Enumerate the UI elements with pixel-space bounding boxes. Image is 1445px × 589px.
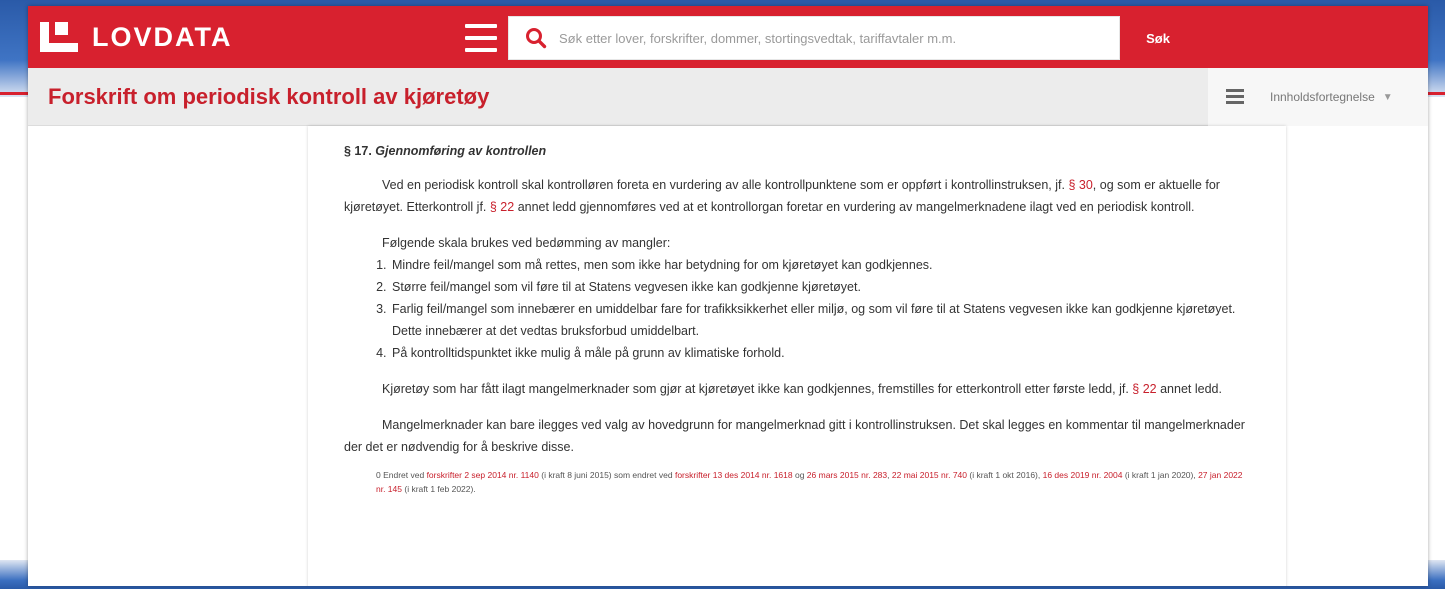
list-item: Farlig feil/mangel som innebærer en umid… (390, 298, 1246, 342)
note-text: og (792, 470, 807, 480)
title-bar: Forskrift om periodisk kontroll av kjøre… (28, 68, 1428, 126)
link-section-22[interactable]: § 22 (1132, 382, 1156, 396)
list-item: På kontrolltidspunktet ikke mulig å måle… (390, 342, 1246, 364)
defect-scale-list: Mindre feil/mangel som må rettes, men so… (390, 254, 1246, 364)
list-item: Mindre feil/mangel som må rettes, men so… (390, 254, 1246, 276)
paragraph-3: Mangelmerknader kan bare ilegges ved val… (344, 418, 1245, 454)
note-text: 0 Endret ved (376, 470, 427, 480)
note-text: (i kraft 1 okt 2016), (967, 470, 1043, 480)
menu-icon[interactable] (465, 24, 497, 52)
search-icon (526, 28, 547, 49)
toc-label: Innholdsfortegnelse (1270, 90, 1375, 104)
search-button[interactable]: Søk (1128, 16, 1188, 60)
link-section-30[interactable]: § 30 (1068, 178, 1092, 192)
chevron-down-icon: ▼ (1382, 91, 1393, 103)
document-content: § 17. Gjennomføring av kontrollen Ved en… (308, 126, 1286, 586)
section-number: § 17. (344, 144, 372, 158)
list-intro: Følgende skala brukes ved bedømming av m… (382, 236, 671, 250)
note-link[interactable]: 26 mars 2015 nr. 283 (807, 470, 887, 480)
link-section-22[interactable]: § 22 (490, 200, 514, 214)
note-link[interactable]: forskrifter 2 sep 2014 nr. 1140 (427, 470, 539, 480)
paragraph-text: Kjøretøy som har fått ilagt mangelmerkna… (382, 382, 1133, 396)
note-link[interactable]: 22 mai 2015 nr. 740 (892, 470, 967, 480)
section-heading: § 17. Gjennomføring av kontrollen (344, 140, 1246, 162)
search-box (508, 16, 1120, 60)
paragraph-text: annet ledd gjennomføres ved at et kontro… (514, 200, 1195, 214)
paragraph-2: Kjøretøy som har fått ilagt mangelmerkna… (344, 378, 1246, 400)
section-title: Gjennomføring av kontrollen (375, 144, 547, 158)
toc-toggle[interactable]: Innholdsfortegnelse ▼ (1208, 68, 1428, 126)
page-title: Forskrift om periodisk kontroll av kjøre… (48, 84, 490, 109)
note-text: (i kraft 1 feb 2022). (402, 484, 476, 494)
paragraph-text: annet ledd. (1156, 382, 1222, 396)
list-icon (1226, 89, 1244, 105)
logo-text: LOVDATA (92, 21, 233, 52)
top-bar: LOVDATA Søk (28, 6, 1428, 68)
paragraph-1: Ved en periodisk kontroll skal kontrollø… (344, 174, 1246, 218)
browser-page: LOVDATA Søk Forskrift om periodisk kontr… (28, 6, 1428, 586)
logo-mark-icon (40, 22, 78, 52)
paragraph-text: Ved en periodisk kontroll skal kontrollø… (382, 178, 1069, 192)
amendment-note: 0 Endret ved forskrifter 2 sep 2014 nr. … (376, 468, 1246, 496)
search-input[interactable] (559, 30, 1119, 46)
note-text: (i kraft 1 jan 2020), (1122, 470, 1199, 480)
note-link[interactable]: forskrifter 13 des 2014 nr. 1618 (675, 470, 793, 480)
note-text: (i kraft 8 juni 2015) som endret ved (538, 470, 675, 480)
lovdata-logo[interactable]: LOVDATA (40, 22, 232, 53)
list-item: Større feil/mangel som vil føre til at S… (390, 276, 1246, 298)
note-link[interactable]: 16 des 2019 nr. 2004 (1043, 470, 1123, 480)
